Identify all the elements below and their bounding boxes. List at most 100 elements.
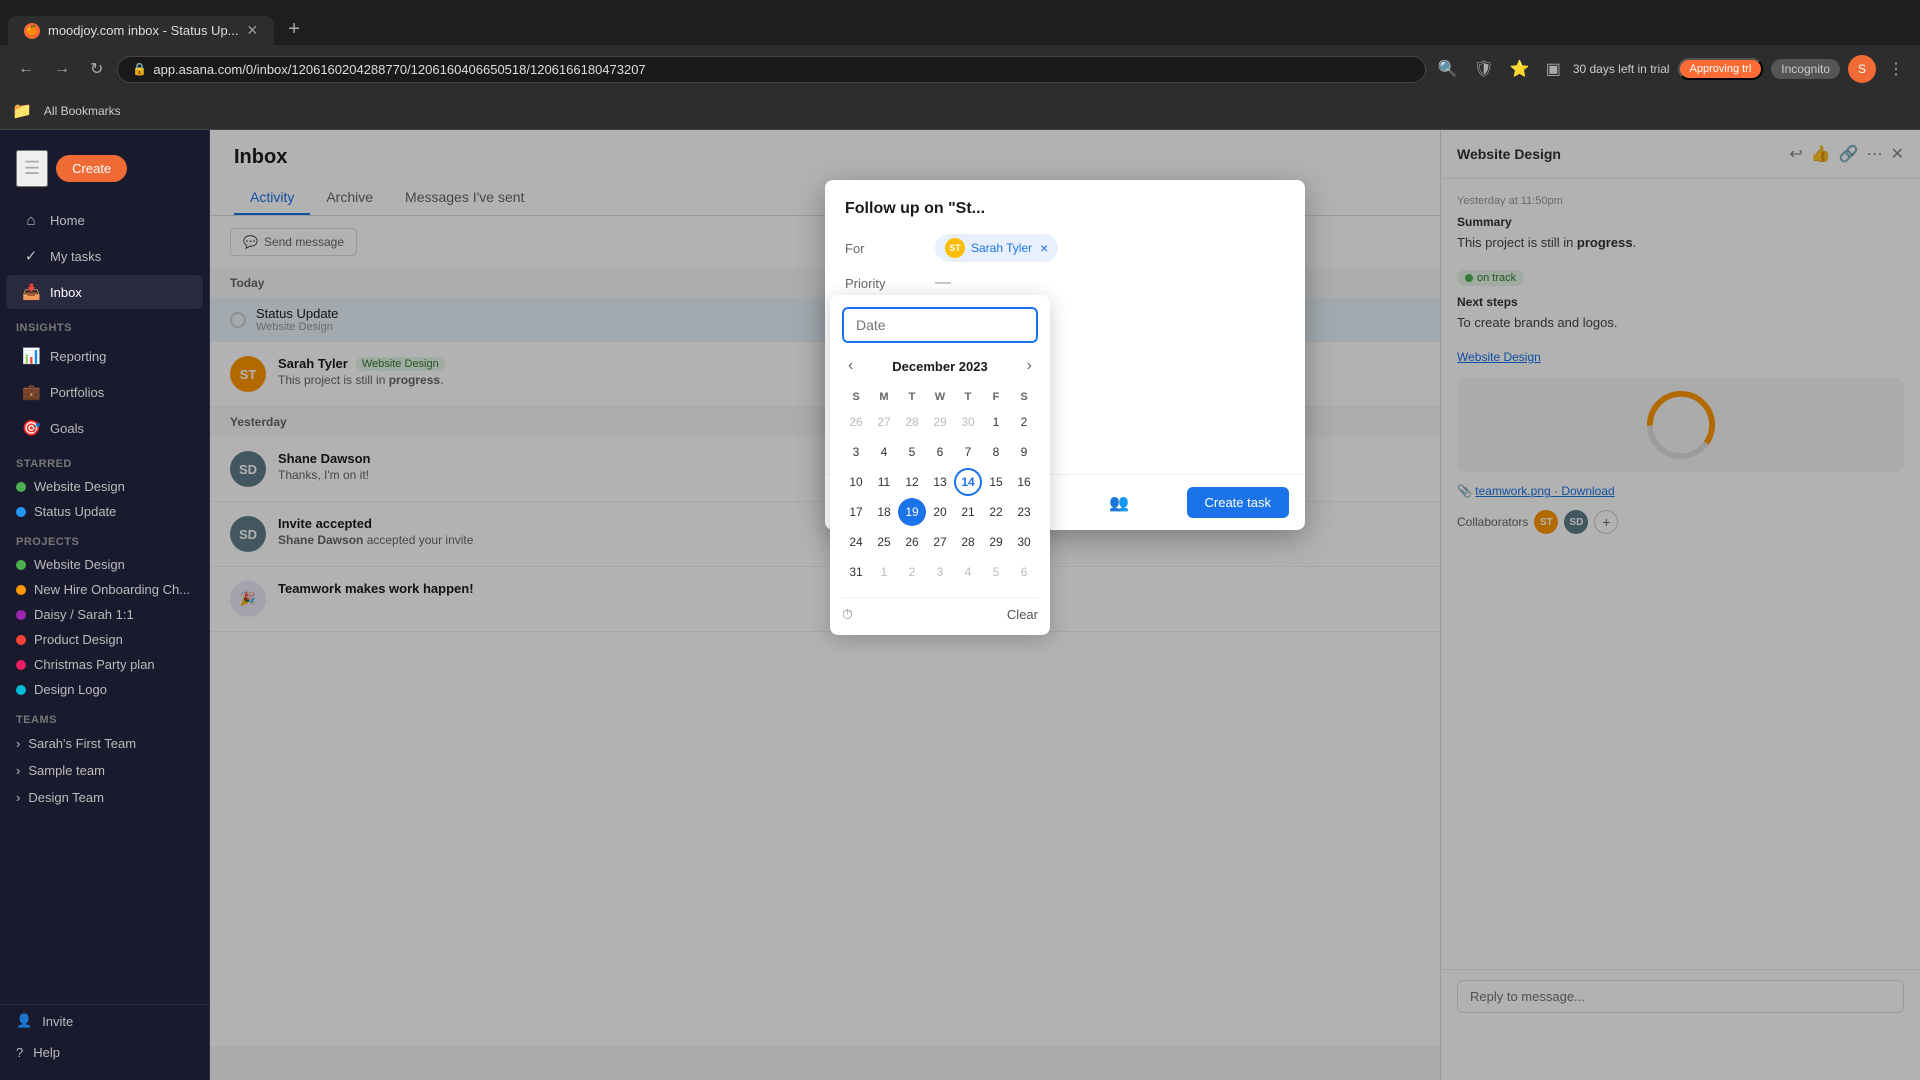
cal-day-19[interactable]: 19 — [898, 498, 926, 526]
lock-icon: 🔒 — [132, 62, 147, 76]
cal-day[interactable]: 24 — [842, 528, 870, 556]
sidebar-item-daisy-sarah[interactable]: Daisy / Sarah 1:1 — [0, 602, 209, 627]
cal-day[interactable]: 2 — [898, 558, 926, 586]
cal-day[interactable]: 3 — [926, 558, 954, 586]
user-avatar[interactable]: S — [1848, 55, 1876, 83]
sidebar-item-website-design[interactable]: Website Design — [0, 552, 209, 577]
sidebar-nav-inbox[interactable]: 📥 Inbox — [6, 275, 203, 309]
cal-day[interactable]: 30 — [1010, 528, 1038, 556]
project-dot — [16, 507, 26, 517]
cal-day[interactable]: 29 — [982, 528, 1010, 556]
sidebar-item-label: Inbox — [50, 285, 82, 300]
month-year-label: December 2023 — [892, 359, 987, 374]
date-input[interactable] — [842, 307, 1038, 343]
forward-button[interactable]: → — [48, 56, 76, 82]
cal-day[interactable]: 28 — [954, 528, 982, 556]
cal-day[interactable]: 1 — [870, 558, 898, 586]
new-tab-button[interactable]: + — [278, 14, 310, 45]
sidebar-item-new-hire[interactable]: New Hire Onboarding Ch... — [0, 577, 209, 602]
next-month-button[interactable]: › — [1021, 355, 1038, 377]
menu-icon[interactable]: ⋮ — [1884, 55, 1908, 83]
cal-day[interactable]: 6 — [926, 438, 954, 466]
cal-day[interactable]: 28 — [898, 408, 926, 436]
cal-day[interactable]: 21 — [954, 498, 982, 526]
prev-month-button[interactable]: ‹ — [842, 355, 859, 377]
cal-day[interactable]: 27 — [870, 408, 898, 436]
help-button[interactable]: ? Help — [0, 1037, 209, 1068]
bookmark-star-icon[interactable]: ⭐ — [1506, 55, 1534, 83]
sidebar-team-design[interactable]: › Design Team — [0, 784, 209, 811]
trial-text: 30 days left in trial — [1573, 62, 1670, 76]
sidebar-nav-my-tasks[interactable]: ✓ My tasks — [6, 239, 203, 273]
search-icon[interactable]: 🔍 — [1434, 55, 1462, 83]
create-button[interactable]: Create — [56, 155, 127, 182]
cal-day[interactable]: 12 — [898, 468, 926, 496]
cal-day-14[interactable]: 14 — [954, 468, 982, 496]
cal-day[interactable]: 26 — [898, 528, 926, 556]
cal-day[interactable]: 10 — [842, 468, 870, 496]
time-picker-icon[interactable]: ⏱ — [842, 606, 853, 623]
sidebar-item-reporting[interactable]: 📊 Reporting — [6, 339, 203, 373]
cal-day[interactable]: 25 — [870, 528, 898, 556]
sidebar-item-design-logo[interactable]: Design Logo — [0, 677, 209, 702]
cal-day[interactable]: 2 — [1010, 408, 1038, 436]
cal-day[interactable]: 27 — [926, 528, 954, 556]
tab-close-icon[interactable]: ✕ — [247, 22, 259, 39]
address-bar[interactable]: 🔒 app.asana.com/0/inbox/1206160204288770… — [117, 56, 1425, 83]
sidebar-item-portfolios[interactable]: 💼 Portfolios — [6, 375, 203, 409]
for-user-chip[interactable]: ST Sarah Tyler × — [935, 234, 1058, 262]
cal-day[interactable]: 9 — [1010, 438, 1038, 466]
cal-day[interactable]: 4 — [954, 558, 982, 586]
create-task-button[interactable]: Create task — [1187, 487, 1289, 518]
cal-day[interactable]: 4 — [870, 438, 898, 466]
cal-day[interactable]: 22 — [982, 498, 1010, 526]
cal-day[interactable]: 13 — [926, 468, 954, 496]
sidebar-item-goals[interactable]: 🎯 Goals — [6, 411, 203, 445]
hamburger-menu[interactable]: ☰ — [16, 150, 48, 187]
cal-day[interactable]: 1 — [982, 408, 1010, 436]
bookmarks-folder-icon: 📁 — [12, 101, 32, 121]
cal-day[interactable]: 8 — [982, 438, 1010, 466]
sidebar-team-sample[interactable]: › Sample team — [0, 757, 209, 784]
sidebar-item-website-design-starred[interactable]: Website Design — [0, 474, 209, 499]
tab-title: moodjoy.com inbox - Status Up... — [48, 23, 239, 38]
active-tab[interactable]: 🍊 moodjoy.com inbox - Status Up... ✕ — [8, 16, 274, 45]
day-header-t2: T — [954, 387, 982, 407]
cal-day[interactable]: 3 — [842, 438, 870, 466]
cal-day[interactable]: 29 — [926, 408, 954, 436]
cal-day[interactable]: 17 — [842, 498, 870, 526]
cal-day[interactable]: 20 — [926, 498, 954, 526]
sidebar-nav-home[interactable]: ⌂ Home — [6, 204, 203, 237]
sidebar-item-christmas-party[interactable]: Christmas Party plan — [0, 652, 209, 677]
sidebar-item-product-design[interactable]: Product Design — [0, 627, 209, 652]
clear-date-button[interactable]: Clear — [1007, 607, 1038, 622]
nav-right: 🔍 🛡 ⭐ ▣ 30 days left in trial Approving … — [1434, 55, 1908, 83]
cal-day[interactable]: 30 — [954, 408, 982, 436]
cal-day[interactable]: 11 — [870, 468, 898, 496]
day-header-t: T — [898, 387, 926, 407]
cal-day[interactable]: 23 — [1010, 498, 1038, 526]
cal-day[interactable]: 15 — [982, 468, 1010, 496]
cal-day[interactable]: 7 — [954, 438, 982, 466]
assign-user-icon[interactable]: 👥 — [1109, 493, 1129, 513]
chip-close-icon[interactable]: × — [1040, 240, 1048, 256]
trial-button[interactable]: Approving trl — [1678, 58, 1764, 80]
cal-day[interactable]: 5 — [898, 438, 926, 466]
cal-day[interactable]: 16 — [1010, 468, 1038, 496]
cal-day[interactable]: 26 — [842, 408, 870, 436]
back-button[interactable]: ← — [12, 56, 40, 82]
extension-icon[interactable]: 🛡 — [1469, 55, 1497, 83]
sidebar-toggle-icon[interactable]: ▣ — [1542, 55, 1565, 83]
cal-day[interactable]: 18 — [870, 498, 898, 526]
sidebar-item-label: Reporting — [50, 349, 106, 364]
project-label: Product Design — [34, 632, 123, 647]
calendar-body: 26 27 28 29 30 1 2 3 4 5 6 7 8 9 10 — [842, 407, 1038, 587]
reload-button[interactable]: ↻ — [84, 55, 109, 83]
sidebar-team-sarahs-first[interactable]: › Sarah's First Team — [0, 730, 209, 757]
cal-day[interactable]: 5 — [982, 558, 1010, 586]
invite-button[interactable]: 👤 Invite — [0, 1005, 209, 1037]
sidebar-item-status-update-starred[interactable]: Status Update — [0, 499, 209, 524]
bookmarks-label[interactable]: All Bookmarks — [44, 104, 121, 118]
cal-day[interactable]: 31 — [842, 558, 870, 586]
cal-day[interactable]: 6 — [1010, 558, 1038, 586]
